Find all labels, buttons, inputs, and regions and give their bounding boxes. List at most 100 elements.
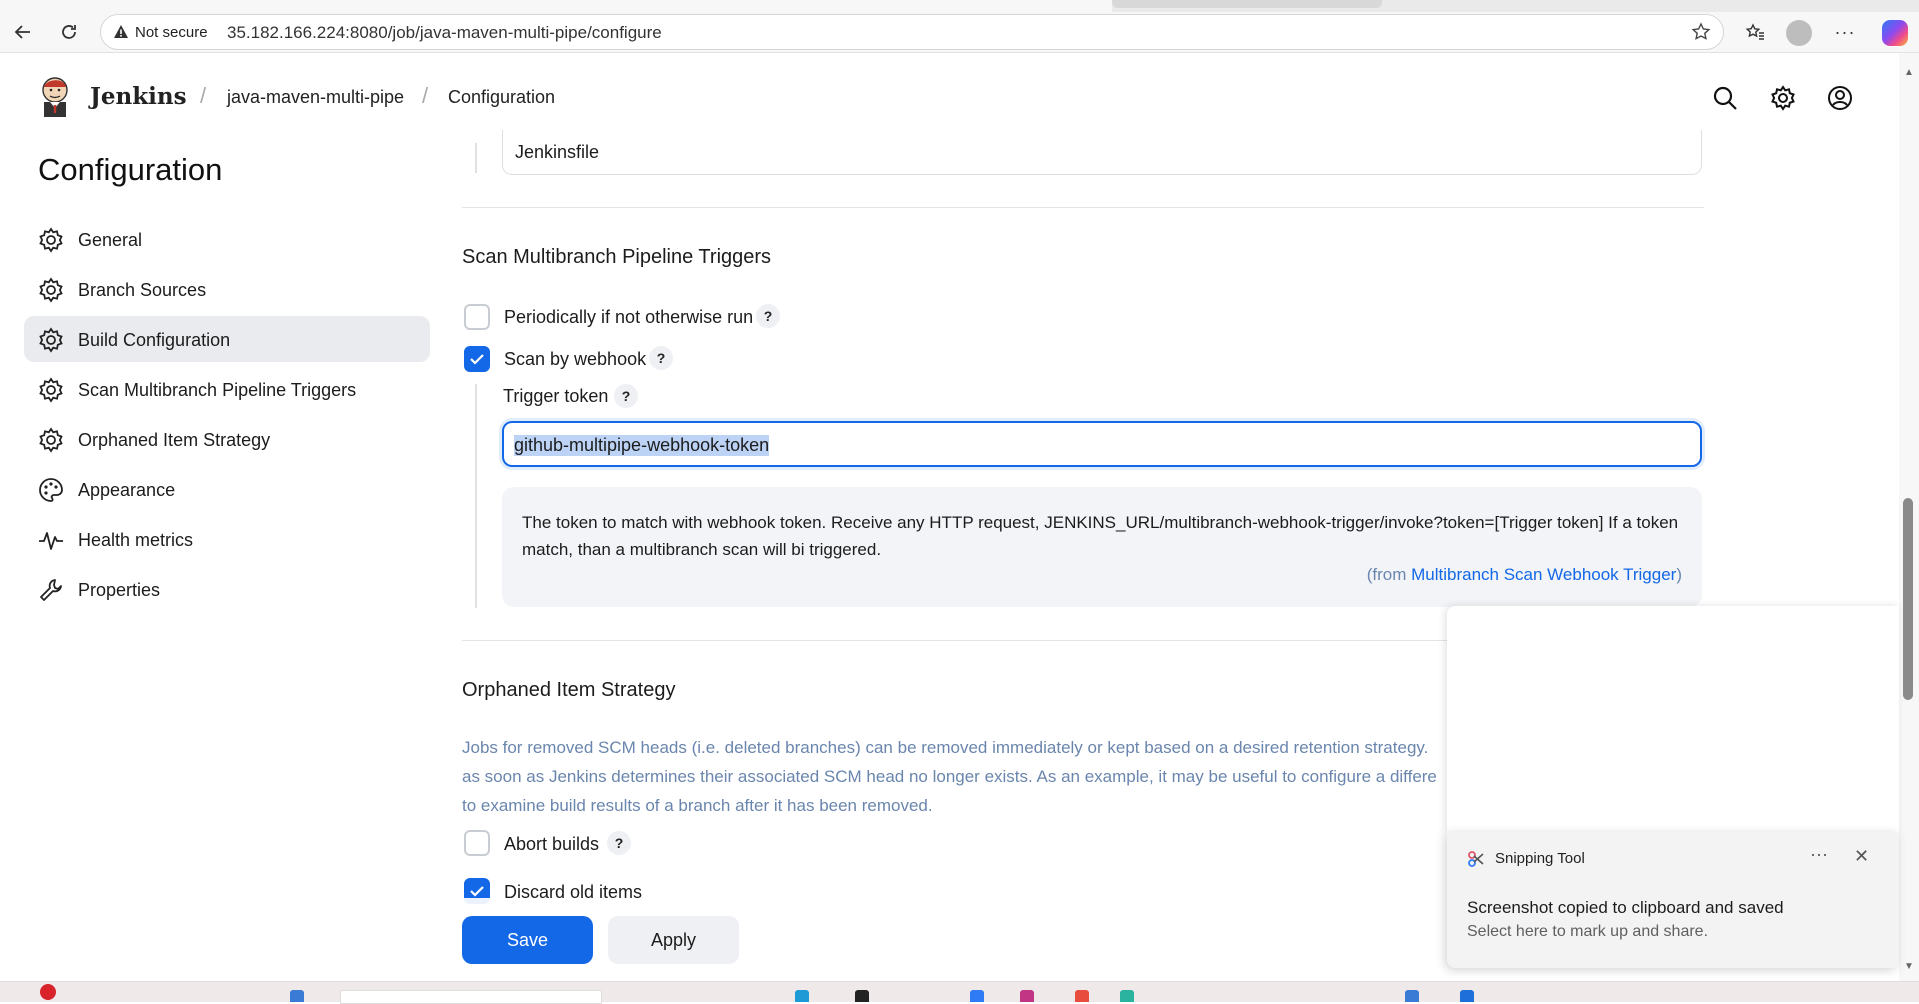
help-icon[interactable]: ? [756,304,780,328]
apply-button[interactable]: Apply [608,916,739,964]
palette-icon [39,478,63,502]
help-source-link[interactable]: Multibranch Scan Webhook Trigger [1411,565,1676,584]
refresh-icon[interactable] [54,18,84,46]
active-tab[interactable] [0,0,1112,12]
script-path-value: Jenkinsfile [515,142,600,162]
breadcrumb-separator: / [422,83,429,108]
gear-icon [39,277,63,303]
section-indent-line [475,384,477,608]
scan-by-webhook-label[interactable]: Scan by webhook [504,349,646,370]
sidebar-item-properties[interactable]: Properties [24,566,430,612]
warning-icon[interactable] [113,24,129,40]
sidebar-item-health-metrics[interactable]: Health metrics [24,516,430,562]
sidebar-item-build-configuration[interactable]: Build Configuration [24,316,430,362]
trigger-token-help-panel: The token to match with webhook token. R… [502,487,1702,607]
scroll-up-arrow-icon[interactable]: ▲ [1902,68,1916,78]
sidebar-item-label: Build Configuration [78,330,231,350]
breadcrumb-configuration[interactable]: Configuration [448,87,555,108]
help-icon[interactable]: ? [607,831,631,855]
help-icon[interactable]: ? [614,384,638,408]
taskbar-search-box[interactable] [340,990,602,1004]
windows-taskbar [0,981,1919,1004]
orphaned-description: Jobs for removed SCM heads (i.e. deleted… [462,733,1452,820]
taskbar-app-icon[interactable] [40,984,56,1000]
periodic-label[interactable]: Periodically if not otherwise run [504,307,753,328]
profile-avatar-icon[interactable] [1786,20,1812,46]
sidebar-item-label: Health metrics [78,530,194,550]
search-icon[interactable] [1712,85,1738,111]
sidebar-item-label: Scan Multibranch Pipeline Triggers [78,380,357,400]
script-path-input[interactable]: Jenkinsfile [502,130,1702,175]
help-source: (from Multibranch Scan Webhook Trigger) [1367,565,1682,585]
breadcrumb-separator: / [200,83,207,108]
help-icon[interactable]: ? [649,346,673,370]
address-bar[interactable]: Not secure 35.182.166.224:8080/job/java-… [100,14,1724,50]
taskbar-app-icon[interactable] [290,990,304,1002]
close-icon[interactable]: ✕ [1854,846,1869,867]
breadcrumb-job[interactable]: java-maven-multi-pipe [227,87,404,108]
gear-icon [39,427,63,453]
page-title: Configuration [38,152,223,187]
wrench-icon [40,579,62,601]
favorites-icon[interactable] [1740,18,1770,46]
snipping-tool-notification[interactable]: Snipping Tool ··· ✕ Screenshot copied to… [1447,832,1899,968]
help-text: The token to match with webhook token. R… [522,513,1679,559]
section-title-scan-triggers: Scan Multibranch Pipeline Triggers [462,246,772,268]
description-line: as soon as Jenkins determines their asso… [462,767,1437,786]
help-source-suffix: ) [1676,565,1682,584]
gear-icon [39,377,63,403]
sidebar-item-branch-sources[interactable]: Branch Sources [24,266,430,312]
abort-builds-label[interactable]: Abort builds [504,834,599,855]
taskbar-app-icon[interactable] [1460,990,1474,1002]
checkmark-icon [470,886,484,897]
taskbar-app-icon[interactable] [855,990,869,1002]
gear-icon [39,227,63,253]
notification-app-name: Snipping Tool [1495,850,1585,867]
description-line: to examine build results of a branch aft… [462,796,933,815]
browser-toolbar: Not secure 35.182.166.224:8080/job/java-… [0,12,1919,53]
taskbar-app-icon[interactable] [1020,990,1034,1002]
gear-icon [39,327,63,353]
sidebar-item-label: Orphaned Item Strategy [78,430,271,450]
sidebar-item-label: General [78,230,143,250]
snip-preview[interactable] [1447,606,1899,832]
security-label[interactable]: Not secure [135,24,208,41]
sidebar-item-label: Properties [78,580,161,600]
copilot-icon[interactable] [1882,20,1908,46]
sidebar-item-orphaned-item-strategy[interactable]: Orphaned Item Strategy [24,416,430,462]
abort-builds-checkbox[interactable] [464,830,490,856]
user-account-icon[interactable] [1827,85,1853,111]
save-button[interactable]: Save [462,916,593,964]
sidebar-item-appearance[interactable]: Appearance [24,466,430,512]
scan-by-webhook-checkbox[interactable] [464,346,490,372]
snipping-tool-icon [1468,851,1484,867]
description-line: Jobs for removed SCM heads (i.e. deleted… [462,738,1429,757]
periodic-checkbox[interactable] [464,304,490,330]
sidebar-item-general[interactable]: General [24,216,430,262]
scroll-down-arrow-icon[interactable]: ▼ [1902,962,1916,972]
taskbar-app-icon[interactable] [1405,990,1419,1002]
scrollbar-thumb[interactable] [1903,498,1913,700]
more-options-icon[interactable]: ··· [1830,18,1860,46]
sidebar-item-scan-triggers[interactable]: Scan Multibranch Pipeline Triggers [24,366,430,412]
taskbar-app-icon[interactable] [1075,990,1089,1002]
checkmark-icon [470,354,484,365]
sidebar-item-label: Appearance [78,480,176,500]
taskbar-app-icon[interactable] [795,990,809,1002]
section-divider [462,207,1704,208]
brand-name[interactable]: Jenkins [90,83,187,110]
url-text[interactable]: 35.182.166.224:8080/job/java-maven-multi… [227,23,662,43]
taskbar-app-icon[interactable] [1120,990,1134,1002]
favorite-star-icon[interactable] [1691,22,1711,42]
trigger-token-label: Trigger token [503,386,609,406]
trigger-token-input[interactable]: github-multipipe-webhook-token [502,421,1702,467]
more-options-icon[interactable]: ··· [1810,844,1828,865]
inactive-tab[interactable] [1112,0,1382,8]
taskbar-app-icon[interactable] [970,990,984,1002]
section-title-orphaned: Orphaned Item Strategy [462,679,676,701]
back-icon[interactable] [8,18,38,46]
jenkins-logo-icon[interactable] [38,75,72,119]
sidebar-item-label: Branch Sources [78,280,207,300]
gear-icon[interactable] [1770,85,1796,111]
section-indent-line [475,143,477,173]
